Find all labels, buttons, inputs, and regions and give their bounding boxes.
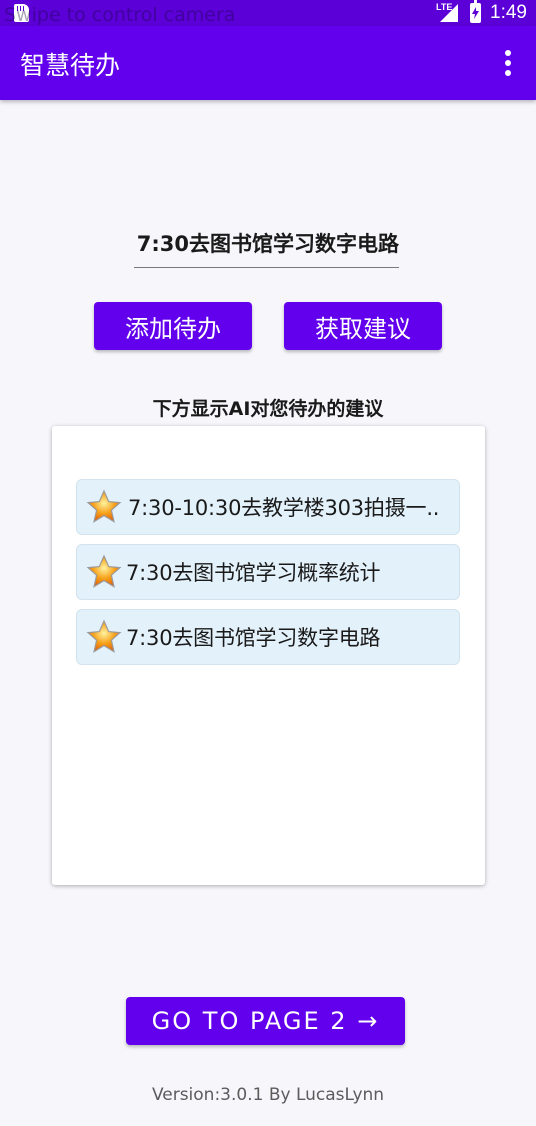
list-item-text: 7:30去图书馆学习数字电路	[126, 626, 381, 650]
list-item[interactable]: 7:30去图书馆学习概率统计	[76, 544, 460, 600]
battery-icon	[470, 0, 481, 23]
list-item[interactable]: 7:30-10:30去教学楼303拍摄一..	[76, 479, 460, 535]
suggestion-card: 7:30-10:30去教学楼303拍摄一.. 7:30去图书馆学习概率统计 7:…	[52, 426, 485, 885]
list-item-text: 7:30-10:30去教学楼303拍摄一..	[128, 496, 440, 520]
go-to-page-2-button[interactable]: GO TO PAGE 2 →	[126, 997, 405, 1045]
more-vert-icon[interactable]	[496, 48, 520, 78]
star-icon	[86, 489, 122, 523]
version-label: Version:3.0.1 By LucasLynn	[151, 1085, 385, 1105]
list-item[interactable]: 7:30去图书馆学习数字电路	[76, 609, 460, 665]
app-title: 智慧待办	[20, 51, 121, 80]
add-todo-button[interactable]: 添加待办	[94, 302, 252, 350]
star-icon	[86, 554, 122, 588]
list-item-text: 7:30去图书馆学习概率统计	[126, 561, 381, 585]
signal-icon	[440, 4, 458, 22]
app-bar: 智慧待办	[0, 26, 536, 100]
todo-input[interactable]	[134, 208, 399, 268]
suggestion-label: 下方显示AI对您待办的建议	[152, 398, 384, 420]
status-bar: Swipe to control camera LTE 1:49	[0, 0, 536, 26]
get-suggestion-button[interactable]: 获取建议	[284, 302, 442, 350]
star-icon	[86, 619, 122, 653]
camera-hint-text: Swipe to control camera	[4, 4, 236, 26]
clock: 1:49	[490, 2, 527, 23]
